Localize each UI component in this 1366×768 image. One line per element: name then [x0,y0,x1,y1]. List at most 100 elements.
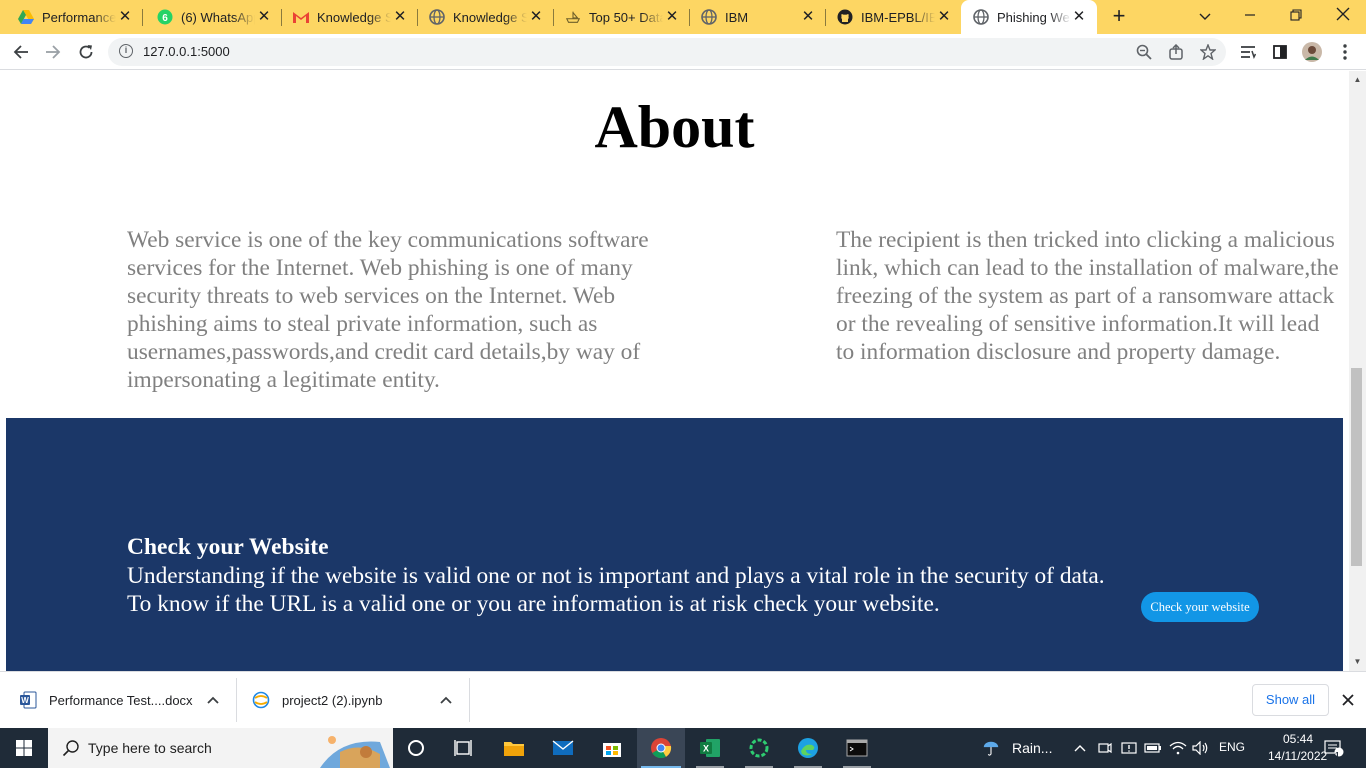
close-icon[interactable]: ✕ [1071,9,1087,25]
tab-performance[interactable]: Performance ✕ [0,0,143,34]
folder-icon [504,742,524,756]
scroll-up-arrow-icon[interactable]: ▲ [1349,73,1366,87]
avatar[interactable] [1302,42,1322,62]
scroll-down-arrow-icon[interactable]: ▼ [1349,655,1366,669]
chevron-up-icon[interactable] [1071,739,1089,757]
star-icon[interactable] [1199,43,1217,61]
terminal-button[interactable] [833,728,881,768]
github-icon [837,9,853,25]
progress-ring-icon [749,738,769,758]
language-indicator[interactable]: ENG [1219,740,1245,754]
tab-phishing-web[interactable]: Phishing Web ✕ [961,0,1097,34]
wifi-icon[interactable] [1169,739,1187,757]
tab-label: Top 50+ Data [589,9,663,25]
back-button[interactable] [9,40,33,64]
minimize-button[interactable] [1238,5,1262,29]
about-right-paragraph: The recipient is then tricked into click… [836,227,1339,365]
tab-ibm[interactable]: IBM ✕ [683,0,826,34]
chevron-up-icon[interactable] [204,691,222,709]
close-icon[interactable]: ✕ [256,9,272,25]
download-file-name: project2 (2).ipynb [282,692,383,708]
side-panel-icon[interactable] [1270,42,1290,62]
tab-knowledge[interactable]: Knowledge Sh ✕ [411,0,554,34]
svg-text:6: 6 [162,13,168,24]
tab-top-50[interactable]: Top 50+ Data ✕ [547,0,690,34]
chevron-down-icon [1199,13,1211,20]
show-all-downloads-button[interactable]: Show all [1252,684,1329,716]
mail-button[interactable] [539,728,587,768]
minimize-icon [1245,14,1255,16]
close-icon[interactable]: ✕ [528,9,544,25]
word-doc-icon: W [18,690,38,710]
excel-button[interactable]: X [686,728,734,768]
ship-icon [565,9,581,25]
new-tab-button[interactable]: + [1107,5,1131,29]
forward-button[interactable] [41,40,65,64]
store-button[interactable] [588,728,636,768]
close-icon[interactable] [1338,690,1358,710]
chrome-taskbar-button[interactable] [637,728,685,768]
zoom-icon[interactable] [1135,43,1153,61]
globe-icon [973,9,989,25]
download-item[interactable]: project2 (2).ipynb [233,678,469,722]
tab-label: Phishing Web [997,9,1071,25]
weather-rain-icon[interactable] [982,739,1000,757]
start-button[interactable] [0,728,48,768]
about-heading: About [594,94,755,160]
tab-strip: Performance ✕ 6 (6) WhatsApp ✕ Knowledge… [0,0,1366,34]
taskbar-search-box[interactable]: Type here to search [48,728,393,768]
url-text[interactable]: 127.0.0.1:5000 [143,44,230,59]
clock-date[interactable]: 14/11/2022 [1268,749,1327,763]
file-explorer-button[interactable] [490,728,538,768]
close-icon[interactable]: ✕ [664,9,680,25]
page-scrollbar[interactable]: ▲ ▼ [1349,71,1366,671]
tab-whatsapp[interactable]: 6 (6) WhatsApp ✕ [139,0,282,34]
network-alert-icon[interactable] [1120,739,1138,757]
address-bar[interactable]: i 127.0.0.1:5000 [108,38,1226,66]
notification-center-icon[interactable] [1323,739,1345,757]
download-item[interactable]: W Performance Test....docx [0,678,236,722]
edge-button[interactable] [784,728,832,768]
task-view-button[interactable] [440,728,488,768]
tab-label: IBM-EPBL/IBM [861,9,935,25]
chevron-up-icon[interactable] [437,691,455,709]
tab-knowledge-gmail[interactable]: Knowledge Sh ✕ [275,0,418,34]
reading-list-icon[interactable] [1238,42,1258,62]
scrollbar-thumb[interactable] [1351,368,1362,566]
terminal-icon [846,739,868,757]
reload-button[interactable] [74,40,98,64]
tab-label: Knowledge Sh [453,9,527,25]
meet-now-icon[interactable] [1096,739,1114,757]
tab-search-button[interactable] [1193,5,1217,29]
reload-icon [79,45,93,59]
restore-button[interactable] [1284,5,1308,29]
globe-icon [701,9,717,25]
restore-icon [1290,9,1302,21]
search-highlight-illustration-icon [320,736,390,768]
search-icon [62,740,79,757]
loading-app-button[interactable] [735,728,783,768]
info-icon[interactable]: i [119,44,133,58]
check-your-website-button[interactable]: Check your website [1141,592,1259,622]
share-icon[interactable] [1167,43,1185,61]
close-icon[interactable]: ✕ [117,9,133,25]
check-section-title: Check your Website [127,534,329,560]
close-icon [1336,7,1350,21]
arrow-left-icon [13,45,28,59]
close-icon[interactable]: ✕ [392,9,408,25]
arrow-right-icon [46,45,61,59]
cortana-icon [408,740,424,756]
volume-icon[interactable] [1192,739,1210,757]
check-text-line-2: To know if the URL is a valid one or you… [127,591,940,617]
clock-time[interactable]: 05:44 [1283,732,1313,746]
close-icon[interactable]: ✕ [800,9,816,25]
cortana-button[interactable] [392,728,440,768]
close-window-button[interactable] [1331,5,1355,29]
search-placeholder: Type here to search [88,740,212,756]
battery-icon[interactable] [1144,739,1162,757]
close-icon[interactable]: ✕ [936,9,952,25]
windows-taskbar: Type here to search X Rain... ENG 05:44 … [0,728,1366,768]
kebab-menu-icon[interactable] [1335,42,1355,62]
tab-github-ibm-epbl[interactable]: IBM-EPBL/IBM ✕ [819,0,962,34]
weather-text[interactable]: Rain... [1012,740,1052,756]
